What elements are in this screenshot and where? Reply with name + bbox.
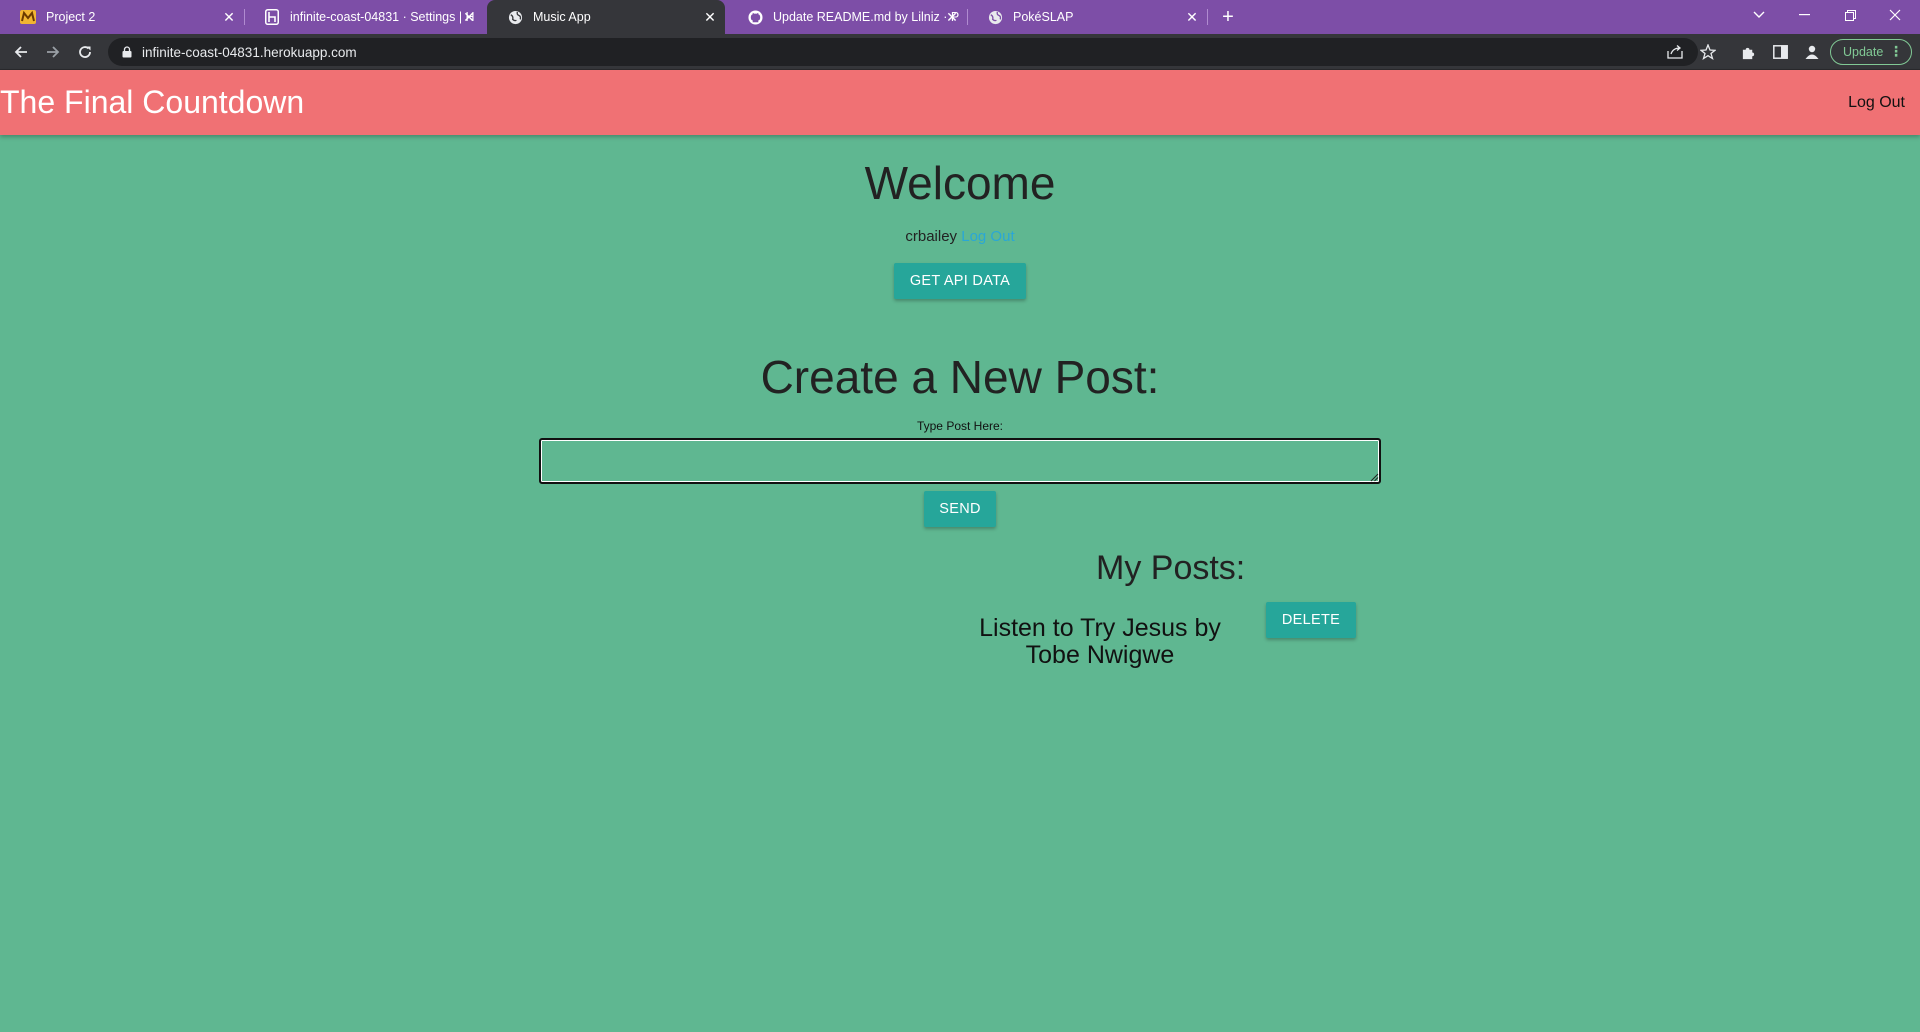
tab-search-chevron-icon[interactable] [1736,0,1782,30]
post-item-text: Listen to Try Jesus by Tobe Nwigwe [979,614,1221,669]
close-tab-icon[interactable]: ✕ [220,8,238,26]
side-panel-icon[interactable] [1768,40,1792,64]
header-logout-link[interactable]: Log Out [1848,94,1905,112]
close-tab-icon[interactable]: ✕ [460,8,478,26]
forward-arrow-icon[interactable] [41,40,65,64]
url-text: infinite-coast-04831.herokuapp.com [142,44,357,60]
tab-title: PokéSLAP [1013,10,1074,24]
site-header: The Final Countdown Log Out [0,70,1920,135]
resize-grip-icon[interactable] [1370,473,1379,482]
create-post-heading: Create a New Post: [760,351,1160,403]
new-tab-plus-icon[interactable]: + [1216,5,1240,29]
tab-title: Update README.md by Lilniz · P [773,10,960,24]
minimize-icon[interactable] [1781,0,1827,30]
post-input-label: Type Post Here: [916,419,1004,433]
back-arrow-icon[interactable] [9,40,33,64]
tab-project-2[interactable]: Project 2 ✕ [0,0,245,34]
profile-avatar-icon[interactable] [1800,40,1824,64]
restore-icon[interactable] [1827,0,1873,30]
tab-title: Music App [533,10,591,24]
my-posts-heading: My Posts: [1096,549,1246,587]
user-line: crbailey Log Out [0,228,1920,245]
github-icon [747,9,763,25]
user-logout-link[interactable]: Log Out [961,228,1014,245]
welcome-heading: Welcome [864,157,1056,209]
more-vertical-icon[interactable]: ⋮ [1889,43,1903,60]
address-bar[interactable]: infinite-coast-04831.herokuapp.com [108,38,1698,66]
tab-title: infinite-coast-04831 · Settings | H [290,10,475,24]
browser-update-button[interactable]: Update ⋮ [1830,39,1912,65]
post-textarea[interactable] [539,438,1381,484]
browser-toolbar: infinite-coast-04831.herokuapp.com Updat… [0,34,1920,70]
globe-icon [987,9,1003,25]
reload-icon[interactable] [73,40,97,64]
tab-separator [1207,9,1208,25]
extensions-puzzle-icon[interactable] [1736,40,1760,64]
delete-post-button[interactable]: DELETE [1266,602,1356,638]
send-button[interactable]: SEND [924,491,996,527]
close-window-icon[interactable] [1872,0,1918,30]
close-tab-icon[interactable]: ✕ [943,8,961,26]
close-tab-icon[interactable]: ✕ [1183,8,1201,26]
share-icon[interactable] [1663,40,1687,64]
brand-title[interactable]: The Final Countdown [0,84,304,121]
update-label: Update [1843,45,1884,59]
tab-github-readme[interactable]: Update README.md by Lilniz · P ✕ [727,0,968,34]
heroku-icon [264,9,280,25]
browser-tab-strip: Project 2 ✕ infinite-coast-04831 · Setti… [0,0,1920,34]
get-api-data-button[interactable]: GET API DATA [894,263,1026,299]
bookmark-star-icon[interactable] [1696,40,1720,64]
mustache-m-icon [20,9,36,25]
tab-heroku-settings[interactable]: infinite-coast-04831 · Settings | H ✕ [244,0,484,34]
username: crbailey [905,228,958,245]
tab-music-app[interactable]: Music App ✕ [487,0,725,34]
tab-pokeslap[interactable]: PokéSLAP ✕ [967,0,1208,34]
close-tab-icon[interactable]: ✕ [701,8,719,26]
globe-icon [507,9,523,25]
tab-title: Project 2 [46,10,96,24]
lock-icon[interactable] [120,45,134,59]
